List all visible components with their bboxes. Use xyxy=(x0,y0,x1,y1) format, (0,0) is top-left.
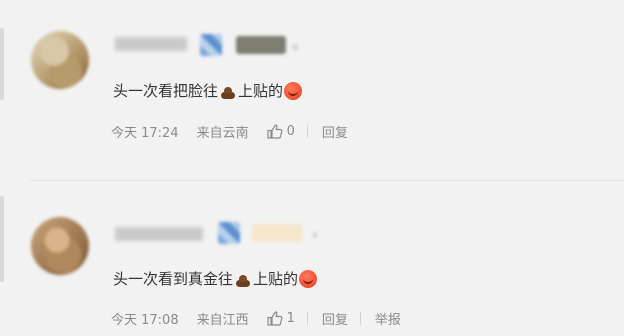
poop-emoji-icon xyxy=(234,270,252,288)
username-blurred[interactable] xyxy=(115,37,187,51)
like-button[interactable]: 0 xyxy=(267,124,295,139)
user-tag-dot xyxy=(313,232,317,238)
meta-divider xyxy=(306,312,308,325)
username-blurred[interactable] xyxy=(115,227,203,241)
comment-item: 头一次看把脸往 上贴的 今天 17:24 来自云南 0 回复 xyxy=(0,0,624,180)
comment-text-part: 头一次看把脸往 xyxy=(113,82,219,100)
user-tag-blurred xyxy=(236,36,286,54)
reply-button[interactable]: 回复 xyxy=(322,122,348,141)
badge-icon xyxy=(200,34,222,56)
thumbs-up-icon xyxy=(267,124,283,139)
comment-meta: 今天 17:24 来自云南 0 回复 xyxy=(111,122,348,141)
like-count: 1 xyxy=(286,311,295,326)
comment-meta: 今天 17:08 来自江西 1 回复 举报 xyxy=(111,309,401,328)
angry-face-emoji-icon xyxy=(284,81,303,100)
like-button[interactable]: 1 xyxy=(267,311,295,326)
like-count: 0 xyxy=(286,124,295,139)
comment-text-part: 上贴的 xyxy=(238,82,284,100)
comment-text-part: 头一次看到真金往 xyxy=(113,270,234,288)
badge-icon xyxy=(218,222,240,244)
comment-text: 头一次看到真金往 上贴的 xyxy=(113,268,318,289)
meta-divider xyxy=(359,312,361,325)
report-button[interactable]: 举报 xyxy=(375,309,401,328)
avatar[interactable] xyxy=(31,31,89,89)
comment-time: 今天 17:24 xyxy=(111,126,179,141)
poop-emoji-icon xyxy=(219,82,237,100)
thumbs-up-icon xyxy=(267,311,283,326)
user-tag-dot xyxy=(292,44,298,50)
comment-item: 头一次看到真金往 上贴的 今天 17:08 来自江西 1 回复 举报 xyxy=(0,182,624,336)
angry-face-emoji-icon xyxy=(299,269,318,288)
comment-text-part: 上贴的 xyxy=(253,270,299,288)
comment-location: 来自江西 xyxy=(196,313,249,328)
user-tag-blurred xyxy=(252,224,302,242)
comment-divider xyxy=(30,180,624,181)
meta-divider xyxy=(306,125,308,138)
comment-text: 头一次看把脸往 上贴的 xyxy=(113,80,303,101)
comment-location: 来自云南 xyxy=(196,126,249,141)
comment-time: 今天 17:08 xyxy=(111,313,179,328)
reply-button[interactable]: 回复 xyxy=(322,309,348,328)
comment-thread: 头一次看把脸往 上贴的 今天 17:24 来自云南 0 回复 头一次看到真金往 … xyxy=(0,0,624,336)
avatar[interactable] xyxy=(31,217,89,275)
